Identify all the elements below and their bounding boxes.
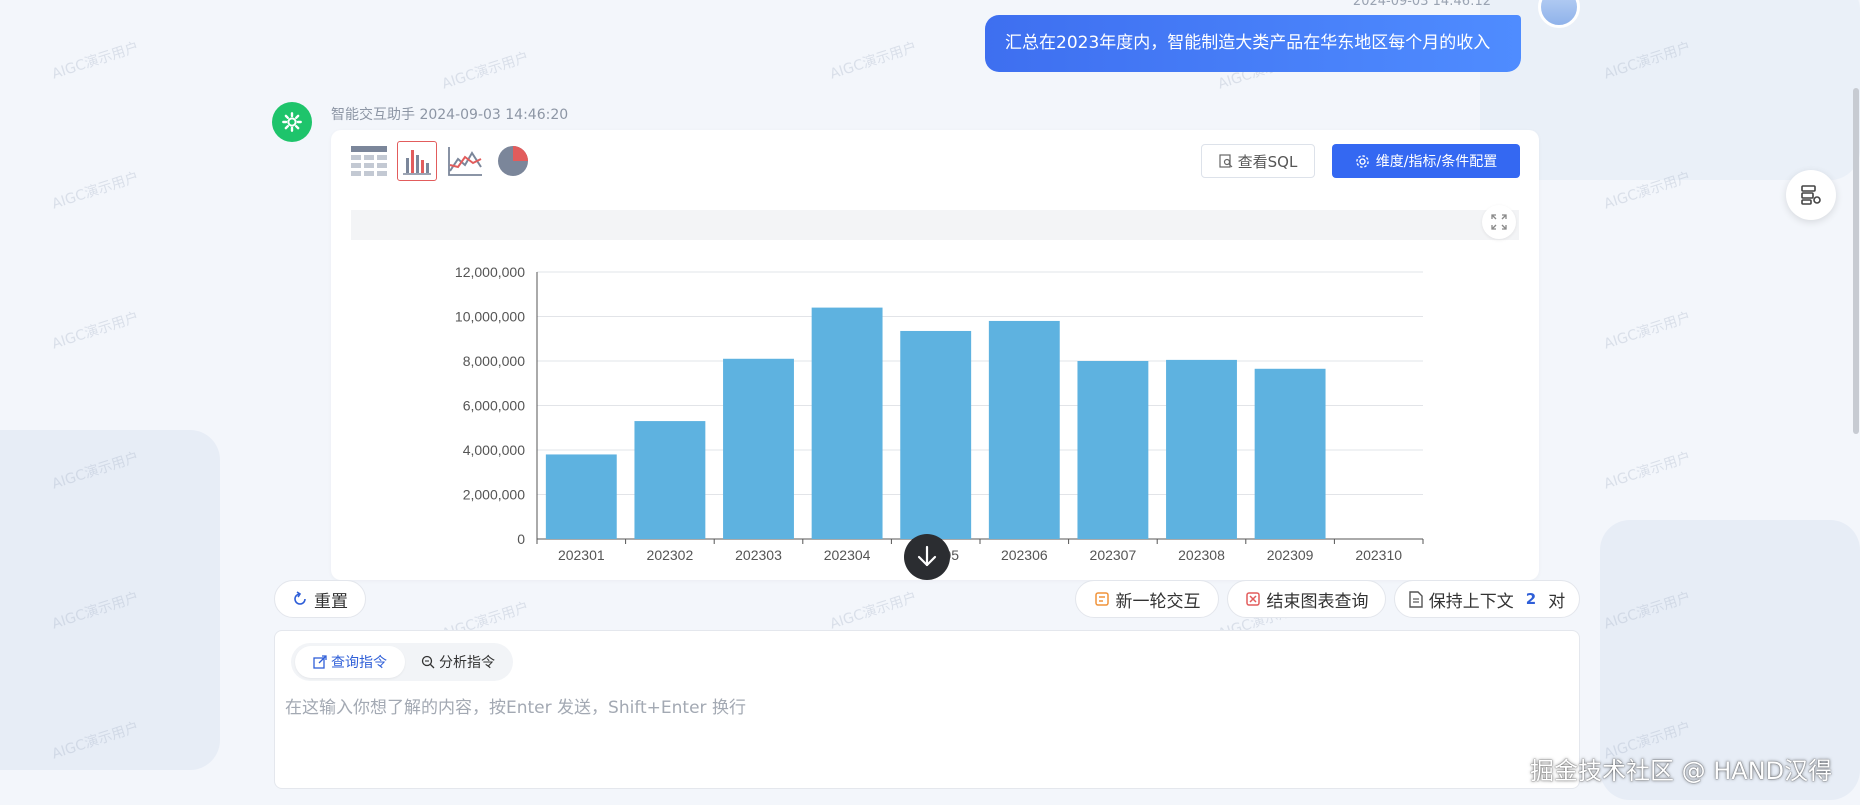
x-tick-label: 202302 bbox=[647, 547, 694, 563]
settings-icon bbox=[1355, 154, 1369, 168]
chart-card: 查看SQL 维度/指标/条件配置 0 2,000,000 4,000,000 6,00… bbox=[331, 130, 1539, 580]
bar[interactable] bbox=[634, 421, 706, 539]
x-tick-label: 202303 bbox=[735, 547, 782, 563]
page-scrollbar[interactable] bbox=[1853, 88, 1859, 434]
tab-query-command[interactable]: 查询指令 bbox=[295, 646, 405, 678]
tab-analysis-command[interactable]: 分析指令 bbox=[407, 646, 509, 678]
bar[interactable] bbox=[1077, 361, 1149, 539]
user-avatar bbox=[1538, 0, 1580, 28]
command-mode-switch: 查询指令 分析指令 bbox=[291, 643, 513, 681]
assistant-meta: 智能交互助手 2024-09-03 14:46:20 bbox=[331, 107, 569, 123]
bar-chart-view-button[interactable] bbox=[397, 141, 437, 181]
footer-watermark: 掘金技术社区 @ HAND汉得 bbox=[1530, 757, 1833, 785]
config-label: 维度/指标/条件配置 bbox=[1375, 154, 1498, 170]
new-chat-icon bbox=[1094, 592, 1109, 606]
bar[interactable] bbox=[811, 307, 883, 539]
x-tick-label: 202308 bbox=[1178, 547, 1225, 563]
bar[interactable] bbox=[545, 454, 617, 539]
document-icon bbox=[1409, 590, 1423, 608]
y-tick-label: 2,000,000 bbox=[463, 487, 525, 503]
context-unit: 对 bbox=[1548, 591, 1566, 612]
end-chart-icon bbox=[1245, 592, 1260, 606]
line-chart-view-button[interactable] bbox=[445, 141, 485, 181]
user-message-time: 2024-09-03 14:46:12 bbox=[1352, 0, 1491, 9]
bar-chart-icon bbox=[403, 150, 431, 175]
side-tool-button[interactable] bbox=[1786, 170, 1836, 220]
keep-context-label: 保持上下文 bbox=[1428, 591, 1514, 612]
x-tick-label: 202306 bbox=[1001, 547, 1048, 563]
fullscreen-button[interactable] bbox=[1482, 205, 1516, 239]
x-tick-label: 202307 bbox=[1090, 547, 1137, 563]
view-sql-label: 查看SQL bbox=[1237, 152, 1298, 171]
tab-query-label: 查询指令 bbox=[331, 655, 387, 671]
user-message-bubble: 汇总在2023年度内，智能制造大类产品在华东地区每个月的收入 bbox=[985, 15, 1521, 72]
bar-chart: 0 2,000,000 4,000,000 6,000,000 8,000,000 10,… bbox=[455, 264, 1424, 563]
scroll-to-bottom-button[interactable] bbox=[904, 534, 950, 580]
table-icon bbox=[351, 146, 387, 176]
bg-shape bbox=[0, 430, 220, 770]
bar[interactable] bbox=[988, 320, 1060, 539]
message-input[interactable]: 在这输入你想了解的内容，按Enter 发送，Shift+Enter 换行 bbox=[285, 693, 746, 718]
watermark-text: AIGC演示用户 bbox=[440, 49, 531, 93]
gear-icon bbox=[282, 112, 302, 132]
watermark-text: AIGC演示用户 bbox=[50, 719, 141, 763]
watermark-text: AIGC演示用户 bbox=[1602, 449, 1693, 493]
pie-chart-icon bbox=[498, 146, 528, 176]
x-tick-label: 202304 bbox=[824, 547, 871, 563]
bar[interactable] bbox=[1166, 359, 1237, 539]
tab-analysis-label: 分析指令 bbox=[439, 655, 495, 671]
assistant-avatar bbox=[272, 102, 312, 142]
expand-icon bbox=[1491, 214, 1507, 230]
y-tick-label: 0 bbox=[517, 531, 525, 547]
refresh-icon bbox=[294, 591, 306, 605]
y-tick-label: 12,000,000 bbox=[455, 264, 525, 280]
search-doc-icon bbox=[1219, 154, 1233, 168]
x-tick-label: 202310 bbox=[1355, 547, 1402, 563]
config-button[interactable]: 维度/指标/条件配置 bbox=[1332, 144, 1520, 178]
y-tick-label: 6,000,000 bbox=[463, 398, 525, 414]
watermark-text: AIGC演示用户 bbox=[50, 449, 141, 493]
watermark-text: AIGC演示用户 bbox=[50, 309, 141, 353]
y-tick-label: 4,000,000 bbox=[463, 442, 525, 458]
external-link-icon bbox=[313, 655, 327, 669]
analysis-search-icon bbox=[421, 655, 435, 669]
watermark-text: AIGC演示用户 bbox=[1602, 589, 1693, 633]
reset-button[interactable]: 重置 bbox=[274, 580, 366, 618]
watermark-text: AIGC演示用户 bbox=[1602, 39, 1693, 83]
input-panel: 查询指令 分析指令 在这输入你想了解的内容，按Enter 发送，Shift+En… bbox=[274, 630, 1580, 789]
x-tick-label: 202309 bbox=[1267, 547, 1314, 563]
watermark-text: AIGC演示用户 bbox=[50, 169, 141, 213]
watermark-text: AIGC演示用户 bbox=[50, 589, 141, 633]
bar[interactable] bbox=[1254, 368, 1326, 539]
reset-label: 重置 bbox=[314, 591, 348, 612]
watermark-text: AIGC演示用户 bbox=[1602, 309, 1693, 353]
keep-context-button[interactable]: 保持上下文 2 对 bbox=[1394, 580, 1580, 618]
chart-header-bar bbox=[351, 210, 1519, 240]
context-count: 2 bbox=[1525, 590, 1537, 608]
pie-chart-view-button[interactable] bbox=[493, 141, 533, 181]
arrow-down-icon bbox=[917, 545, 937, 567]
watermark-text: AIGC演示用户 bbox=[50, 39, 141, 83]
line-chart-icon bbox=[448, 147, 482, 176]
bar[interactable] bbox=[900, 330, 972, 539]
bar[interactable] bbox=[723, 358, 794, 539]
y-tick-label: 8,000,000 bbox=[463, 353, 525, 369]
watermark-text: AIGC演示用户 bbox=[1602, 169, 1693, 213]
x-tick-label: 202301 bbox=[558, 547, 605, 563]
y-tick-label: 10,000,000 bbox=[455, 309, 525, 325]
watermark-text: AIGC演示用户 bbox=[828, 589, 919, 633]
end-chart-query-button[interactable]: 结束图表查询 bbox=[1227, 580, 1386, 618]
end-chart-label: 结束图表查询 bbox=[1266, 591, 1369, 612]
watermark-text: AIGC演示用户 bbox=[828, 39, 919, 83]
database-settings-icon bbox=[1801, 185, 1821, 205]
table-view-button[interactable] bbox=[349, 141, 389, 181]
new-round-button[interactable]: 新一轮交互 bbox=[1075, 580, 1219, 618]
view-sql-button[interactable]: 查看SQL bbox=[1201, 144, 1315, 178]
new-round-label: 新一轮交互 bbox=[1115, 591, 1201, 612]
